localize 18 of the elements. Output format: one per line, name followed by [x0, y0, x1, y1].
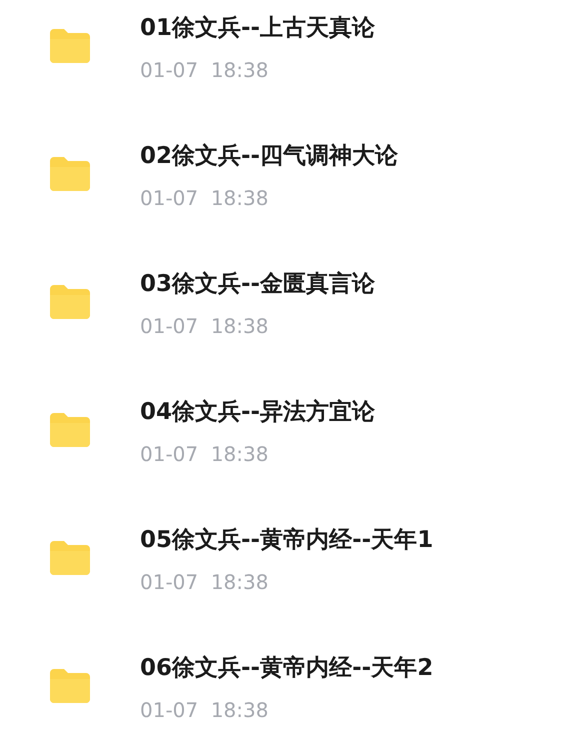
folder-name[interactable]: 05徐文兵--黄帝内经--天年1 [140, 524, 434, 556]
modified-date: 01-07 18:38 [140, 57, 270, 84]
modified-date: 01-07 18:38 [140, 569, 270, 596]
folder-name[interactable]: 06徐文兵--黄帝内经--天年2 [140, 652, 434, 684]
folder-icon [48, 285, 92, 319]
folder-name[interactable]: 01徐文兵--上古天真论 [140, 12, 376, 44]
folder-name[interactable]: 03徐文兵--金匮真言论 [140, 268, 376, 300]
folder-name[interactable]: 02徐文兵--四气调神大论 [140, 140, 398, 172]
modified-date: 01-07 18:38 [140, 697, 270, 724]
modified-date: 01-07 18:38 [140, 313, 270, 340]
folder-icon [48, 157, 92, 191]
modified-date: 01-07 18:38 [140, 441, 270, 468]
modified-date: 01-07 18:38 [140, 185, 270, 212]
folder-icon [48, 413, 92, 447]
folder-icon [48, 669, 92, 703]
folder-name[interactable]: 04徐文兵--异法方宜论 [140, 396, 376, 428]
folder-icon [48, 541, 92, 575]
folder-icon [48, 29, 92, 63]
